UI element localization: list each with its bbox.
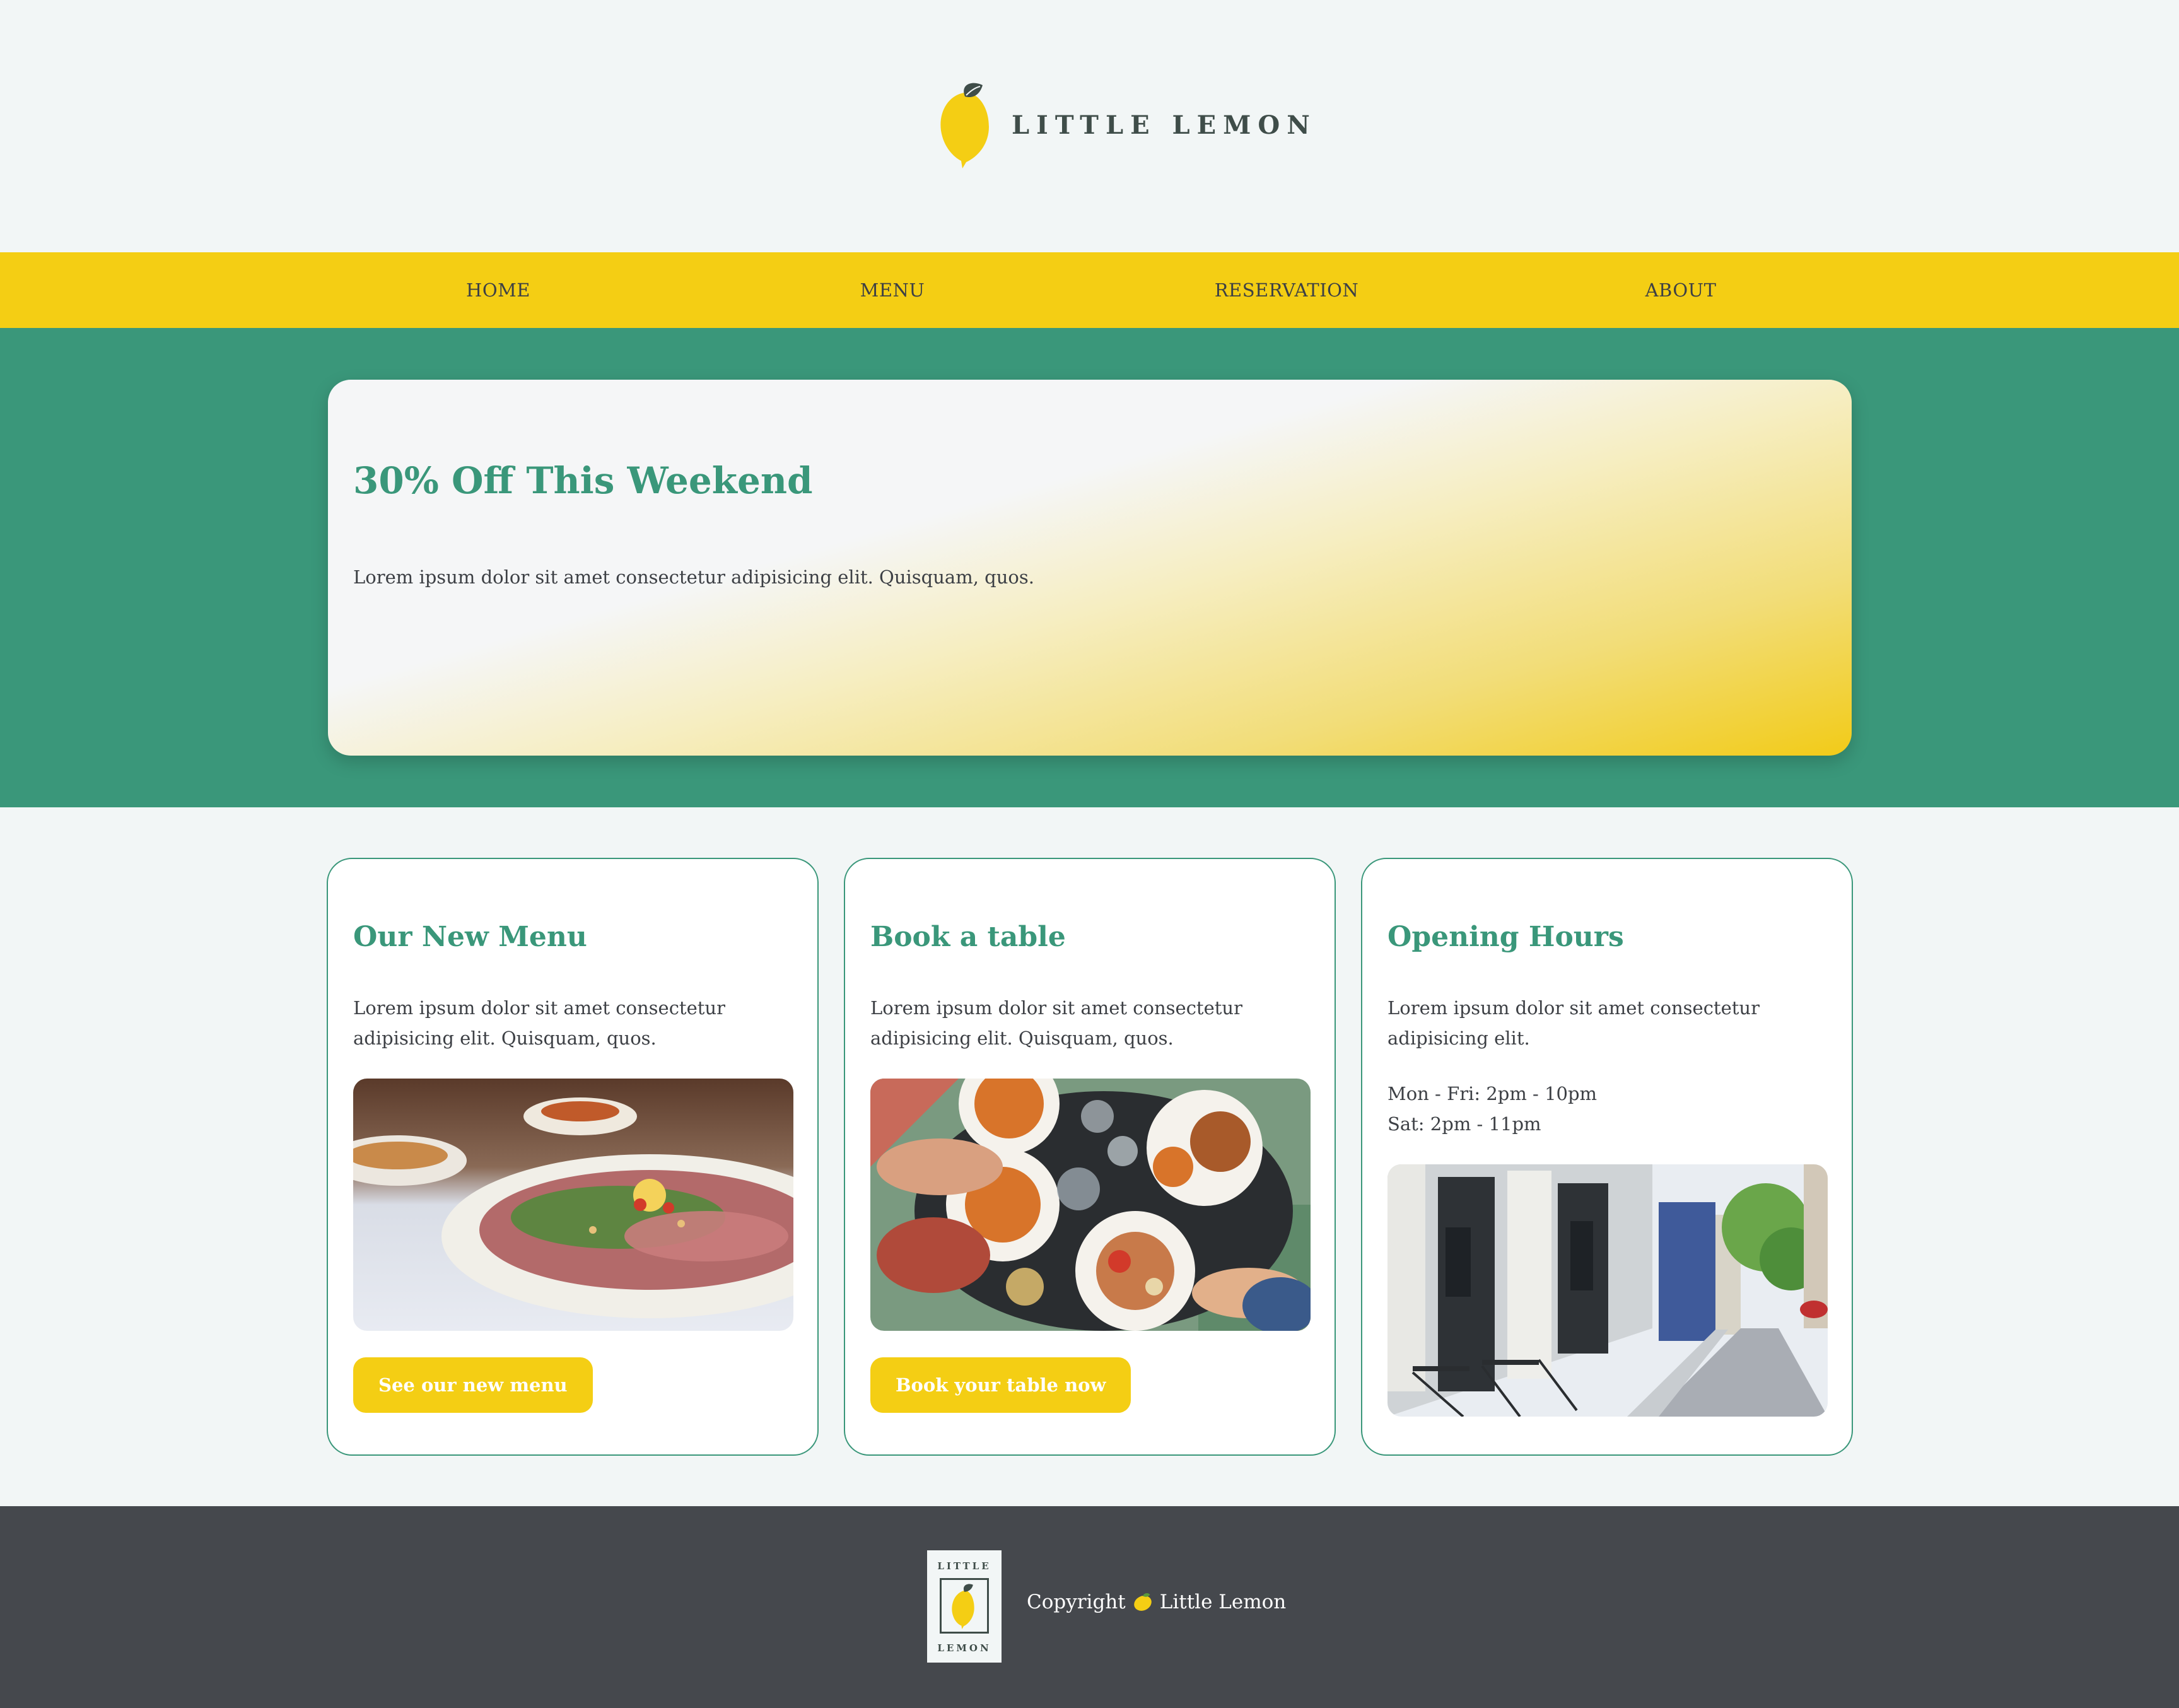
lemon-icon xyxy=(940,83,989,168)
footer-logo-top-text: LITTLE xyxy=(937,1560,991,1572)
card-title: Our New Menu xyxy=(353,921,587,953)
card-book-table: Book a table Lorem ipsum dolor sit amet … xyxy=(844,858,1336,1456)
nav-item-home[interactable]: HOME xyxy=(385,252,612,328)
copyright-text: Copyright Little Lemon xyxy=(1027,1583,1286,1621)
hours-weekday: Mon - Fri: 2pm - 10pm xyxy=(1387,1083,1598,1104)
hours-saturday: Sat: 2pm - 11pm xyxy=(1387,1113,1541,1135)
copyright-label: Copyright xyxy=(1027,1591,1126,1613)
main-nav: HOME MENU RESERVATION ABOUT xyxy=(0,252,2179,328)
lemon-icon xyxy=(952,1584,974,1629)
card-title: Book a table xyxy=(870,921,1066,953)
site-header: LITTLE LEMON xyxy=(0,0,2179,252)
site-footer: LITTLE LEMON Copyright Little Lemon xyxy=(0,1506,2179,1708)
hero-section: 30% Off This Weekend Lorem ipsum dolor s… xyxy=(0,328,2179,807)
opening-hours-list: Mon - Fri: 2pm - 10pm Sat: 2pm - 11pm xyxy=(1387,1079,1597,1139)
card-new-menu: Our New Menu Lorem ipsum dolor sit amet … xyxy=(327,858,819,1456)
footer-logo[interactable]: LITTLE LEMON xyxy=(927,1550,1002,1663)
promo-text: Lorem ipsum dolor sit amet consectetur a… xyxy=(353,566,1034,588)
promo-banner: 30% Off This Weekend Lorem ipsum dolor s… xyxy=(328,380,1852,756)
card-opening-hours: Opening Hours Lorem ipsum dolor sit amet… xyxy=(1361,858,1853,1456)
nav-item-reservation[interactable]: RESERVATION xyxy=(1173,252,1400,328)
card-text: Lorem ipsum dolor sit amet consectetur a… xyxy=(1387,997,1760,1049)
footer-logo-bottom-text: LEMON xyxy=(937,1642,991,1654)
brand-name: LITTLE LEMON xyxy=(1012,110,1317,140)
card-title: Opening Hours xyxy=(1387,921,1624,953)
nav-item-about[interactable]: ABOUT xyxy=(1567,252,1794,328)
brand[interactable]: LITTLE LEMON xyxy=(936,79,1317,171)
nav-item-menu[interactable]: MENU xyxy=(779,252,1006,328)
street-cafe-photo xyxy=(1387,1164,1828,1417)
lemon-emoji-icon xyxy=(1133,1593,1152,1611)
dining-table-photo xyxy=(870,1079,1311,1331)
copyright-name: Little Lemon xyxy=(1159,1591,1287,1613)
food-dish-photo xyxy=(353,1079,793,1331)
card-text: Lorem ipsum dolor sit amet consectetur a… xyxy=(870,997,1242,1049)
footer-logo-frame xyxy=(940,1578,989,1634)
see-menu-button[interactable]: See our new menu xyxy=(353,1357,593,1413)
book-table-button[interactable]: Book your table now xyxy=(870,1357,1131,1413)
card-text: Lorem ipsum dolor sit amet consectetur a… xyxy=(353,997,725,1049)
promo-title: 30% Off This Weekend xyxy=(353,459,813,502)
